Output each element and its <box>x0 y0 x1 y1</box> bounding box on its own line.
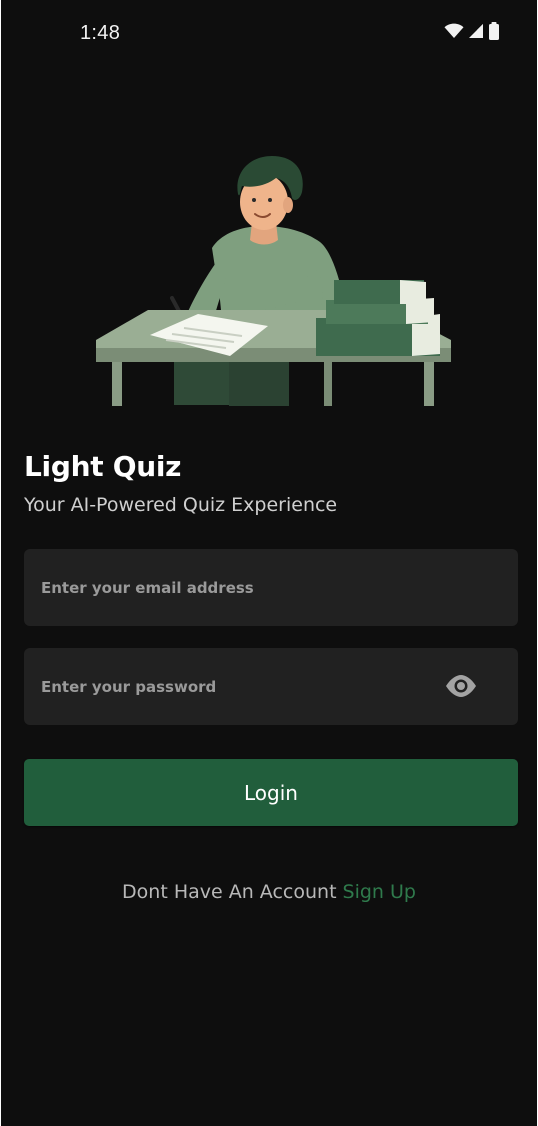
cellular-signal-icon <box>468 23 484 43</box>
battery-icon <box>488 22 500 44</box>
app-subtitle: Your AI-Powered Quiz Experience <box>24 494 338 516</box>
status-bar: 1:48 <box>1 0 537 66</box>
app-title: Light Quiz <box>24 450 182 483</box>
login-screen: 1:48 Light Quiz Your AI-Powered Quiz Exp… <box>1 0 537 1126</box>
status-icons <box>444 22 500 44</box>
signup-row: Dont Have An Account Sign Up <box>1 881 537 903</box>
wifi-icon <box>444 23 464 43</box>
login-button[interactable]: Login <box>24 759 518 826</box>
signup-prompt: Dont Have An Account <box>122 881 337 903</box>
password-field-container <box>24 648 518 725</box>
student-writing-at-desk-illustration <box>94 150 454 406</box>
email-field-container <box>24 549 518 626</box>
email-input[interactable] <box>24 549 518 626</box>
sign-up-link[interactable]: Sign Up <box>343 881 416 903</box>
eye-icon[interactable] <box>444 674 478 698</box>
status-time: 1:48 <box>80 22 121 44</box>
